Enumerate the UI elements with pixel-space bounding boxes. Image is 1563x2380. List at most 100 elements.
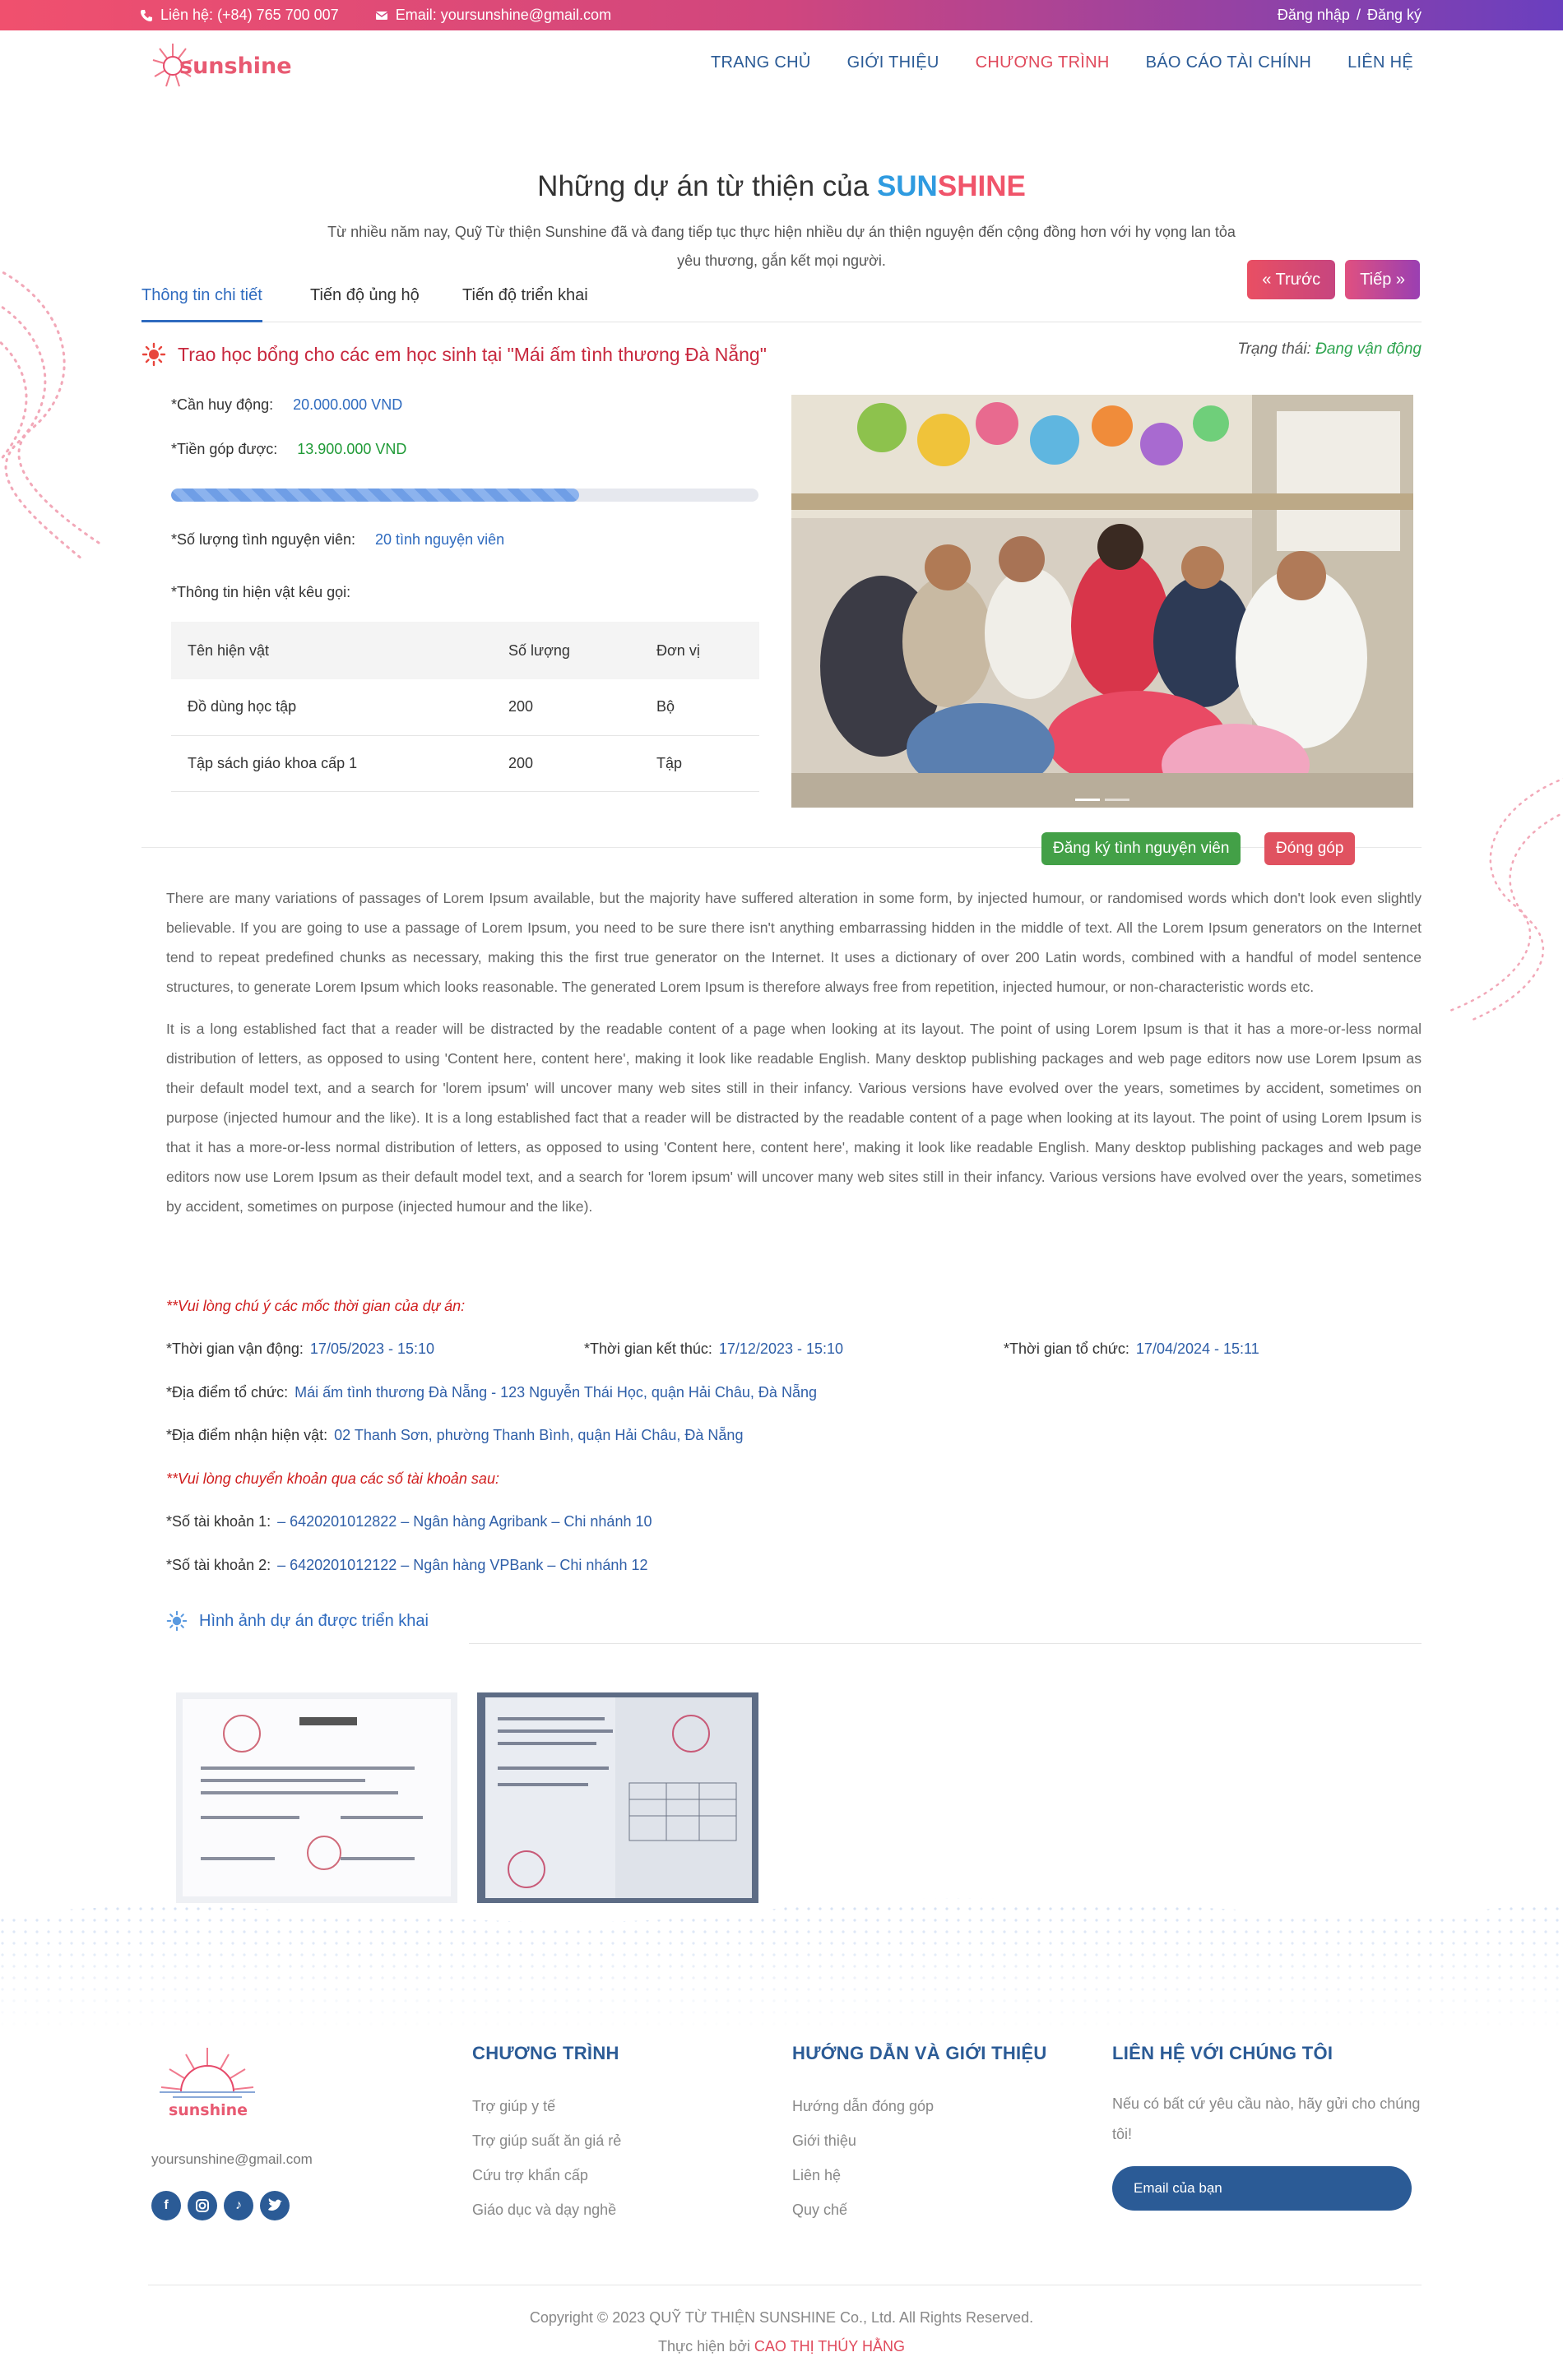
goods-unit: Bộ (640, 679, 759, 736)
footer-link[interactable]: Giới thiệu (792, 2123, 1047, 2158)
footer-link[interactable]: Trợ giúp y tế (472, 2089, 621, 2123)
login-link[interactable]: Đăng nhập (1278, 7, 1350, 24)
footer-link[interactable]: Hướng dẫn đóng góp (792, 2089, 1047, 2123)
dropoff-location: *Địa điểm nhận hiện vật: 02 Thanh Sơn, ph… (166, 1427, 743, 1444)
title-prefix: Những dự án từ thiện của (537, 170, 877, 202)
register-volunteer-button[interactable]: Đăng ký tình nguyện viên (1041, 832, 1241, 865)
instagram-icon[interactable] (188, 2191, 217, 2220)
footer-link[interactable]: Quy chế (792, 2192, 1047, 2227)
venue-value: Mái ấm tình thương Đà Nẵng - 123 Nguyễn … (295, 1384, 817, 1401)
title-sun: SUN (876, 170, 938, 202)
project-description: There are many variations of passages of… (166, 883, 1422, 1221)
facebook-icon[interactable]: f (151, 2191, 181, 2220)
goods-unit: Tập (640, 735, 759, 792)
register-link[interactable]: Đăng ký (1367, 7, 1422, 24)
event-time-value: 17/04/2024 - 15:11 (1135, 1340, 1259, 1357)
bank-note: **Vui lòng chuyển khoản qua các số tài k… (166, 1470, 499, 1487)
bank-account-value: – 6420201012822 – Ngân hàng Agribank – C… (277, 1513, 652, 1530)
goods-col-qty: Số lượng (492, 622, 640, 679)
volunteers-value: 20 tình nguyện viên (375, 531, 505, 548)
description-paragraph: It is a long established fact that a rea… (166, 1021, 1422, 1215)
goods-name: Tập sách giáo khoa cấp 1 (171, 735, 492, 792)
dropoff-label: *Địa điểm nhận hiện vật: (166, 1427, 328, 1443)
bank-account-value: – 6420201012122 – Ngân hàng VPBank – Chi… (277, 1557, 648, 1573)
gallery-thumb-receipt[interactable] (176, 1692, 457, 1903)
site-header: sunshine TRANG CHỦ GIỚI THIỆU CHƯƠNG TRÌ… (0, 30, 1563, 98)
contact-email[interactable]: Email: yoursunshine@gmail.com (375, 7, 611, 24)
copyright-text: Copyright © 2023 QUỸ TỪ THIỆN SUNSHINE C… (529, 2309, 1034, 2326)
tab-detail-info[interactable]: Thông tin chi tiết (141, 286, 262, 322)
carousel-dot[interactable] (1075, 799, 1100, 801)
footer-link[interactable]: Cứu trợ khẩn cấp (472, 2158, 621, 2192)
decor-swirl-left (0, 269, 100, 561)
status-label: Trạng thái: (1237, 340, 1311, 358)
credit-prefix: Thực hiện bởi (658, 2338, 754, 2355)
footer-guide: HƯỚNG DẪN VÀ GIỚI THIỆU Hướng dẫn đóng g… (792, 2043, 1047, 2227)
goods-qty: 200 (492, 679, 640, 736)
tiktok-icon[interactable]: ♪ (224, 2191, 253, 2220)
fundraising-progress-bar (171, 489, 758, 502)
gallery-heading: Hình ảnh dự án được triển khai (166, 1610, 429, 1632)
site-logo[interactable]: sunshine (148, 39, 321, 93)
document-image (477, 1692, 758, 1903)
goal-row: *Cần huy động: 20.000.000 VND (171, 396, 402, 414)
goal-value: 20.000.000 VND (293, 396, 403, 413)
next-project-button[interactable]: Tiếp » (1345, 260, 1420, 299)
footer-contact-text: Nếu có bất cứ yêu cầu nào, hãy gửi cho c… (1112, 2095, 1421, 2142)
goal-label: *Cần huy động: (171, 396, 274, 413)
decor-swirl-right (1446, 777, 1563, 1021)
receipt-image (176, 1692, 457, 1903)
goods-col-name: Tên hiện vật (171, 622, 492, 679)
project-photo (791, 395, 1413, 808)
goods-table-header: Tên hiện vật Số lượng Đơn vị (171, 622, 759, 679)
title-shine: SHINE (937, 170, 1026, 202)
gallery-thumb-document[interactable] (477, 1692, 758, 1903)
tab-donation-progress[interactable]: Tiến độ ủng hộ (310, 286, 420, 305)
footer-email[interactable]: yoursunshine@gmail.com (151, 2151, 313, 2168)
footer-programs: CHƯƠNG TRÌNH Trợ giúp y tế Trợ giúp suất… (472, 2043, 621, 2227)
project-pager: « Trước Tiếp » (1247, 260, 1420, 299)
description-paragraph: There are many variations of passages of… (166, 890, 1422, 995)
footer-link[interactable]: Trợ giúp suất ăn giá rẻ (472, 2123, 621, 2158)
nav-about[interactable]: GIỚI THIỆU (847, 53, 939, 72)
decor-dots-band (0, 1883, 1563, 2031)
carousel-indicators (1075, 799, 1129, 801)
campaign-time: *Thời gian vận động: 17/05/2023 - 15:10 (166, 1340, 434, 1358)
credit-line: Thực hiện bởi CAO THỊ THÚY HẰNG (0, 2338, 1563, 2355)
goods-name: Đồ dùng học tập (171, 679, 492, 736)
nav-financial-report[interactable]: BÁO CÁO TÀI CHÍNH (1146, 53, 1311, 72)
footer-contact: LIÊN HỆ VỚI CHÚNG TÔI (1112, 2043, 1333, 2089)
instagram-glyph (196, 2199, 209, 2212)
twitter-icon[interactable] (260, 2191, 290, 2220)
bank-account-2: *Số tài khoản 2: – 6420201012122 – Ngân h… (166, 1557, 647, 1574)
goods-qty: 200 (492, 735, 640, 792)
project-photo-carousel[interactable] (791, 395, 1413, 808)
credit-name[interactable]: CAO THỊ THÚY HẰNG (754, 2338, 905, 2355)
nav-home[interactable]: TRANG CHỦ (711, 53, 811, 72)
gallery-divider (469, 1643, 1422, 1644)
bank-account-1: *Số tài khoản 1: – 6420201012822 – Ngân h… (166, 1513, 652, 1530)
footer-link[interactable]: Giáo dục và dạy nghề (472, 2192, 621, 2227)
end-time: *Thời gian kết thúc: 17/12/2023 - 15:10 (584, 1340, 843, 1358)
phone-text: Liên hệ: (+84) 765 700 007 (160, 7, 339, 23)
nav-programs[interactable]: CHƯƠNG TRÌNH (976, 53, 1110, 72)
bank-account-label: *Số tài khoản 1: (166, 1513, 271, 1530)
newsletter-email-input[interactable]: Email của bạn (1112, 2166, 1412, 2211)
prev-project-button[interactable]: « Trước (1247, 260, 1336, 299)
twitter-glyph (268, 2198, 282, 2211)
event-venue: *Địa điểm tổ chức: Mái ấm tình thương Đà … (166, 1384, 817, 1401)
footer-link[interactable]: Liên hệ (792, 2158, 1047, 2192)
footer-logo[interactable]: sunshine (148, 2041, 268, 2123)
table-row: Tập sách giáo khoa cấp 1 200 Tập (171, 735, 759, 792)
end-time-value: 17/12/2023 - 15:10 (718, 1340, 844, 1357)
nav-contact[interactable]: LIÊN HỆ (1347, 53, 1413, 72)
event-time: *Thời gian tổ chức: 17/04/2024 - 15:11 (1004, 1340, 1259, 1358)
auth-separator: / (1356, 7, 1361, 23)
contact-phone[interactable]: Liên hệ: (+84) 765 700 007 (140, 7, 339, 24)
carousel-dot[interactable] (1105, 799, 1129, 801)
dropoff-value: 02 Thanh Sơn, phường Thanh Bình, quận Hả… (334, 1427, 744, 1443)
raised-row: *Tiền góp được: 13.900.000 VND (171, 441, 406, 458)
donate-button[interactable]: Đóng góp (1264, 832, 1356, 865)
tab-implementation-progress[interactable]: Tiến độ triển khai (462, 286, 588, 305)
goods-col-unit: Đơn vị (640, 622, 759, 679)
